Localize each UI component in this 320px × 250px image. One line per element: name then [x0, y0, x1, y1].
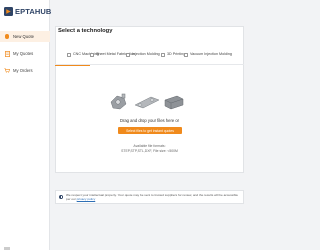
tab-label: 3D Printing — [167, 52, 186, 56]
tab-3d-printing[interactable]: 3D Printing — [161, 49, 186, 65]
tab-label: Injection Molding — [132, 52, 160, 56]
select-files-label: Select files to get instant quotes — [126, 128, 174, 133]
tab-vacuum-injection-molding[interactable]: Vacuum Injection Molding — [184, 49, 234, 65]
sidebar-item-new-quote[interactable]: New Quote — [0, 31, 50, 42]
orders-icon — [4, 68, 10, 74]
checkbox[interactable] — [90, 52, 94, 57]
info-icon — [59, 195, 63, 199]
sidebar-item-label: New Quote — [13, 34, 34, 39]
sidebar-item-label: My Quotes — [13, 51, 34, 56]
logo[interactable]: EPTAHUB — [4, 6, 52, 16]
sidebar-item-my-orders[interactable]: My Orders — [0, 65, 50, 76]
checkbox[interactable] — [184, 52, 188, 57]
select-files-button[interactable]: Select files to get instant quotes — [118, 127, 182, 134]
tab-sheet-metal-fabrication[interactable]: Sheet Metal Fabrication — [90, 49, 135, 65]
checkbox[interactable] — [161, 52, 165, 57]
new-quote-icon — [4, 34, 10, 40]
privacy-policy-link[interactable]: privacy policy — [77, 197, 96, 201]
technology-tabs: CNC Machining Sheet Metal Fabrication In… — [55, 49, 244, 66]
parts-illustration-icon — [110, 93, 184, 110]
formats-title: Available file formats: — [133, 144, 166, 148]
privacy-banner: We respect your intellectual property. Y… — [55, 190, 244, 204]
formats-list: STEP,STP,STL,DXF, File size: <500M — [121, 149, 178, 153]
dropzone-title: Drag and drop your files here or — [119, 118, 180, 123]
tab-cnc-machining[interactable]: CNC Machining — [55, 49, 99, 66]
menu-icon[interactable] — [4, 240, 10, 250]
tab-label: Vacuum Injection Molding — [190, 52, 232, 56]
logo-icon — [4, 6, 13, 16]
sidebar: EPTAHUB New Quote My Quotes My Orders — [0, 0, 52, 250]
tab-injection-molding[interactable]: Injection Molding — [126, 49, 161, 65]
checkbox[interactable] — [126, 52, 130, 57]
sidebar-item-label: My Orders — [13, 68, 33, 73]
brand-name: EPTAHUB — [15, 6, 52, 16]
banner-text: We respect your intellectual property. Y… — [66, 193, 242, 201]
page-title: Select a technology — [58, 28, 113, 34]
sidebar-item-my-quotes[interactable]: My Quotes — [0, 48, 50, 59]
quotes-icon — [4, 50, 10, 57]
file-dropzone[interactable]: Drag and drop your files here or Select … — [55, 66, 244, 172]
checkbox[interactable] — [67, 52, 71, 57]
